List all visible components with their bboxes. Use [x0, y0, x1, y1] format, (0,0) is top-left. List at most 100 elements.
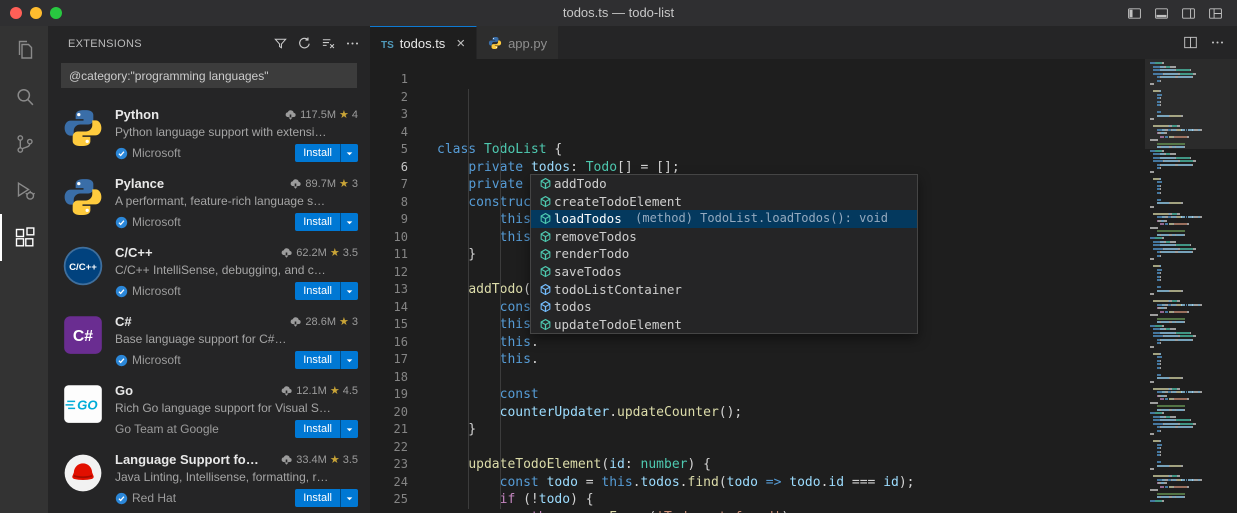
- rating-value: 3.5: [343, 247, 358, 259]
- install-button[interactable]: Install: [295, 282, 358, 300]
- extension-item[interactable]: Language Support fo…33.4M★3.5Java Lintin…: [48, 443, 370, 512]
- extension-stats: 12.1M★4.5: [274, 384, 358, 397]
- minimap-line: [1145, 192, 1237, 194]
- activity-run-debug-button[interactable]: [0, 167, 48, 214]
- clear-extension-search-icon[interactable]: [321, 36, 336, 51]
- minimap-line: [1145, 318, 1237, 320]
- toggle-sidebar-icon[interactable]: [1127, 6, 1142, 21]
- publisher-name: Microsoft: [132, 353, 181, 367]
- filter-icon[interactable]: [273, 36, 288, 51]
- minimap-line: [1145, 423, 1237, 425]
- minimap-line: [1145, 447, 1237, 449]
- install-button[interactable]: Install: [295, 351, 358, 369]
- minimap-line: [1145, 300, 1237, 302]
- minimap-line: [1145, 311, 1237, 313]
- activity-search-button[interactable]: [0, 73, 48, 120]
- minimap-line: [1145, 468, 1237, 470]
- minimap-line: [1145, 409, 1237, 411]
- split-editor-icon[interactable]: [1183, 35, 1198, 50]
- close-tab-icon[interactable]: ×: [456, 36, 465, 51]
- extension-item[interactable]: Pylance89.7M★3A performant, feature-rich…: [48, 167, 370, 236]
- workbench: EXTENSIONS Python117.5M★4Python language…: [0, 26, 1237, 513]
- suggestion-item[interactable]: todoListContainer: [531, 281, 917, 299]
- minimap-line: [1145, 227, 1237, 229]
- publisher-name: Microsoft: [132, 284, 181, 298]
- close-window-button[interactable]: [10, 7, 22, 19]
- minimap-line: [1145, 451, 1237, 453]
- refresh-icon[interactable]: [297, 36, 312, 51]
- suggestion-label: createTodoElement: [554, 193, 682, 211]
- extensions-icon: [13, 226, 37, 250]
- toggle-secondary-sidebar-icon[interactable]: [1181, 6, 1196, 21]
- suggestion-item[interactable]: addTodo: [531, 175, 917, 193]
- code-line: const todo = this.todos.find(todo => tod…: [437, 474, 1237, 492]
- customize-layout-icon[interactable]: [1208, 6, 1223, 21]
- minimap-line: [1145, 304, 1237, 306]
- suggestion-item[interactable]: updateTodoElement: [531, 316, 917, 334]
- activity-explorer-button[interactable]: [0, 26, 48, 73]
- line-number: 5: [370, 141, 408, 159]
- minimize-window-button[interactable]: [30, 7, 42, 19]
- install-dropdown-chevron-icon[interactable]: [340, 213, 358, 231]
- line-number: 1: [370, 71, 408, 89]
- minimap-line: [1145, 458, 1237, 460]
- install-dropdown-chevron-icon[interactable]: [340, 282, 358, 300]
- minimap-line: [1145, 419, 1237, 421]
- java-logo-icon: [62, 452, 104, 494]
- line-number: 8: [370, 194, 408, 212]
- code-editor[interactable]: 1234567891011121314151617181920212223242…: [370, 59, 1237, 513]
- ts-file-icon: TS: [381, 36, 394, 51]
- toggle-panel-icon[interactable]: [1154, 6, 1169, 21]
- minimap-line: [1145, 440, 1237, 442]
- minimap-line: [1145, 493, 1237, 495]
- extension-item[interactable]: GOGo12.1M★4.5Rich Go language support fo…: [48, 374, 370, 443]
- suggestion-item[interactable]: todos: [531, 298, 917, 316]
- suggestion-item[interactable]: saveTodos: [531, 263, 917, 281]
- minimap-line: [1145, 262, 1237, 264]
- install-button[interactable]: Install: [295, 420, 358, 438]
- install-dropdown-chevron-icon[interactable]: [340, 489, 358, 507]
- extension-footer: Microsoft Install: [115, 144, 358, 162]
- minimap-line: [1145, 237, 1237, 239]
- extension-item[interactable]: C/C++C/C++62.2M★3.5C/C++ IntelliSense, d…: [48, 236, 370, 305]
- more-actions-icon[interactable]: [1210, 35, 1225, 50]
- minimap-line: [1145, 377, 1237, 379]
- minimap[interactable]: [1145, 59, 1237, 513]
- minimap-line: [1145, 87, 1237, 89]
- install-button[interactable]: Install: [295, 144, 358, 162]
- publisher-name: Microsoft: [132, 146, 181, 160]
- line-number: 4: [370, 124, 408, 142]
- install-dropdown-chevron-icon[interactable]: [340, 144, 358, 162]
- minimap-line: [1145, 363, 1237, 365]
- zoom-window-button[interactable]: [50, 7, 62, 19]
- minimap-line: [1145, 90, 1237, 92]
- line-number: 20: [370, 404, 408, 422]
- install-dropdown-chevron-icon[interactable]: [340, 420, 358, 438]
- star-icon: ★: [339, 177, 349, 190]
- rating-value: 4: [352, 109, 358, 121]
- extension-item[interactable]: Python117.5M★4Python language support wi…: [48, 98, 370, 167]
- minimap-line: [1145, 150, 1237, 152]
- minimap-line: [1145, 479, 1237, 481]
- activity-source-control-button[interactable]: [0, 120, 48, 167]
- suggestion-item[interactable]: createTodoElement: [531, 193, 917, 211]
- extension-details: Go12.1M★4.5Rich Go language support for …: [115, 383, 358, 443]
- extensions-search-input[interactable]: [62, 69, 356, 83]
- activity-extensions-button[interactable]: [0, 214, 48, 261]
- minimap-line: [1145, 69, 1237, 71]
- suggestion-item[interactable]: removeTodos: [531, 228, 917, 246]
- extensions-search[interactable]: [61, 63, 357, 88]
- minimap-line: [1145, 174, 1237, 176]
- tab-app.py[interactable]: app.py: [477, 26, 559, 59]
- suggestion-item[interactable]: renderTodo: [531, 245, 917, 263]
- cloud-download-icon: [289, 315, 302, 328]
- more-actions-icon[interactable]: [345, 36, 360, 51]
- extension-name: Language Support fo…: [115, 452, 259, 467]
- install-dropdown-chevron-icon[interactable]: [340, 351, 358, 369]
- suggestion-item[interactable]: loadTodos(method) TodoList.loadTodos(): …: [531, 210, 917, 228]
- install-button[interactable]: Install: [295, 213, 358, 231]
- tab-todos.ts[interactable]: TStodos.ts×: [370, 26, 477, 59]
- install-button[interactable]: Install: [295, 489, 358, 507]
- extension-item[interactable]: C#C#28.6M★3Base language support for C#……: [48, 305, 370, 374]
- line-number: 24: [370, 474, 408, 492]
